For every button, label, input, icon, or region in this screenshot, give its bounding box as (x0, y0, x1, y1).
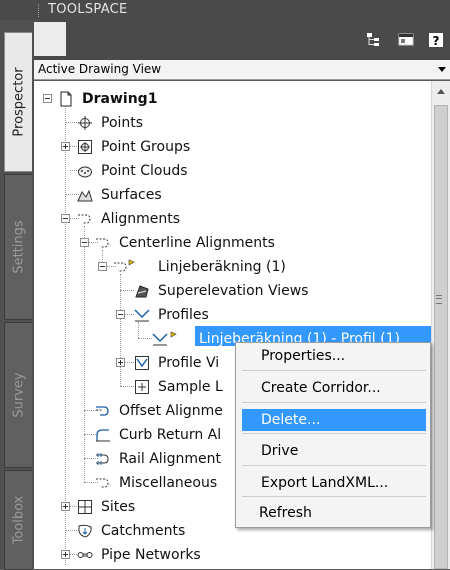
pipe-network-icon (77, 552, 93, 558)
curb-return-icon (96, 429, 110, 442)
surface-icon (77, 189, 93, 202)
menu-separator (242, 465, 426, 466)
collapse-toggle-profiles[interactable] (116, 310, 125, 319)
offset-alignment-icon (96, 406, 109, 416)
item-view-icon[interactable] (366, 32, 382, 48)
tree-label-point-clouds: Point Clouds (101, 163, 188, 179)
menu-item-properties[interactable]: Properties... (242, 345, 426, 367)
tree-label-profiles: Profiles (158, 307, 209, 323)
profile-flag-icon (152, 331, 177, 346)
svg-text:?: ? (433, 34, 440, 48)
tree-label-point-groups: Point Groups (101, 139, 191, 155)
expand-toggle-profile-views[interactable] (116, 358, 125, 367)
tree-label-surfaces: Surfaces (101, 187, 162, 203)
point-icon (78, 116, 92, 130)
menu-separator (242, 496, 426, 497)
menu-item-create-corridor[interactable]: Create Corridor... (242, 377, 426, 399)
tab-prospector[interactable]: Prospector (4, 32, 32, 172)
alignment-icon (96, 238, 109, 248)
tree-label-catchments: Catchments (101, 523, 186, 539)
tree-label-alignments: Alignments (101, 211, 181, 227)
catchment-icon (78, 524, 92, 538)
tree-label-profile-views: Profile Vi (158, 355, 220, 371)
tab-survey-label: Survey (11, 372, 26, 418)
tree-label-drawing: Drawing1 (82, 91, 158, 107)
tab-settings-label: Settings (11, 220, 26, 274)
tree-label-rail-alignments: Rail Alignment (119, 451, 221, 467)
sample-line-icon (135, 380, 149, 394)
tab-settings[interactable]: Settings (4, 174, 32, 320)
document-icon (60, 91, 72, 107)
menu-item-export-landxml[interactable]: Export LandXML... (242, 472, 426, 494)
tree-scrollbar[interactable] (431, 81, 450, 569)
profile-icon (134, 309, 150, 322)
alignment-icon (78, 214, 91, 224)
expand-toggle-point-groups[interactable] (61, 142, 70, 151)
scroll-thumb[interactable] (434, 105, 448, 569)
scroll-up-arrow-icon[interactable] (437, 89, 445, 94)
tree-label-pipe-networks: Pipe Networks (101, 547, 201, 563)
tree-label-superelevation-views: Superelevation Views (158, 283, 309, 299)
tree-label-offset-alignments: Offset Alignme (119, 403, 223, 419)
expand-toggle-pipe-networks[interactable] (61, 550, 70, 559)
alignment-icon (96, 478, 109, 488)
collapse-toggle-centerline[interactable] (80, 238, 89, 247)
side-tab-strip: Prospector Settings Survey Toolbox (0, 20, 34, 570)
menu-separator (242, 370, 426, 371)
tree-label-sample-lines: Sample L (158, 379, 223, 395)
menu-separator (242, 402, 426, 403)
menu-label-refresh: Refresh (259, 505, 312, 521)
expand-toggle-sites[interactable] (61, 502, 70, 511)
point-cloud-icon (78, 166, 92, 178)
chevron-down-icon[interactable] (438, 67, 446, 72)
help-icon[interactable]: ? (428, 32, 444, 48)
menu-item-drive[interactable]: Drive (242, 440, 426, 462)
tab-toolbox-label: Toolbox (11, 495, 26, 545)
tree-label-linjeberakning: Linjeberäkning (1) (158, 259, 286, 275)
alignment-flag-icon (114, 259, 135, 272)
scroll-grip-icon (436, 295, 442, 304)
window-title: TOOLSPACE (48, 2, 128, 17)
tab-survey[interactable]: Survey (4, 322, 32, 468)
tree-label-points: Points (101, 115, 144, 131)
menu-label-create-corridor: Create Corridor... (261, 380, 381, 396)
point-group-icon (78, 140, 92, 154)
drag-grip[interactable] (38, 4, 42, 17)
menu-label-properties: Properties... (261, 348, 346, 364)
context-menu: Properties... Create Corridor... Delete.… (235, 342, 431, 528)
site-icon (78, 500, 92, 514)
menu-item-refresh[interactable]: Refresh (242, 502, 426, 524)
toolspace-titlebar[interactable]: TOOLSPACE (0, 0, 450, 20)
collapse-toggle-alignments[interactable] (61, 214, 70, 223)
view-select[interactable]: Active Drawing View (34, 60, 450, 80)
toolbar: ? (34, 20, 450, 60)
superelevation-view-icon (135, 285, 149, 298)
profile-view-icon (135, 356, 149, 370)
collapse-toggle-linjeberakning[interactable] (98, 262, 107, 271)
menu-separator (242, 433, 426, 434)
tree-label-centerline-alignments: Centerline Alignments (119, 235, 275, 251)
tab-prospector-label: Prospector (11, 67, 26, 137)
tab-toolbox[interactable]: Toolbox (4, 470, 32, 570)
menu-label-export-landxml: Export LandXML... (261, 475, 389, 491)
rail-alignment-icon (96, 453, 109, 465)
view-select-value: Active Drawing View (38, 62, 162, 76)
menu-label-drive: Drive (261, 443, 299, 459)
panel-icon[interactable] (398, 32, 414, 48)
collapse-toggle-drawing[interactable] (43, 94, 52, 103)
tree-label-sites: Sites (101, 499, 136, 515)
toolbar-blank-area (34, 22, 66, 56)
tree-label-curb-return: Curb Return Al (119, 427, 222, 443)
menu-item-delete[interactable]: Delete... (242, 409, 426, 431)
menu-label-delete: Delete... (261, 412, 321, 428)
tree-label-miscellaneous: Miscellaneous (119, 475, 218, 491)
